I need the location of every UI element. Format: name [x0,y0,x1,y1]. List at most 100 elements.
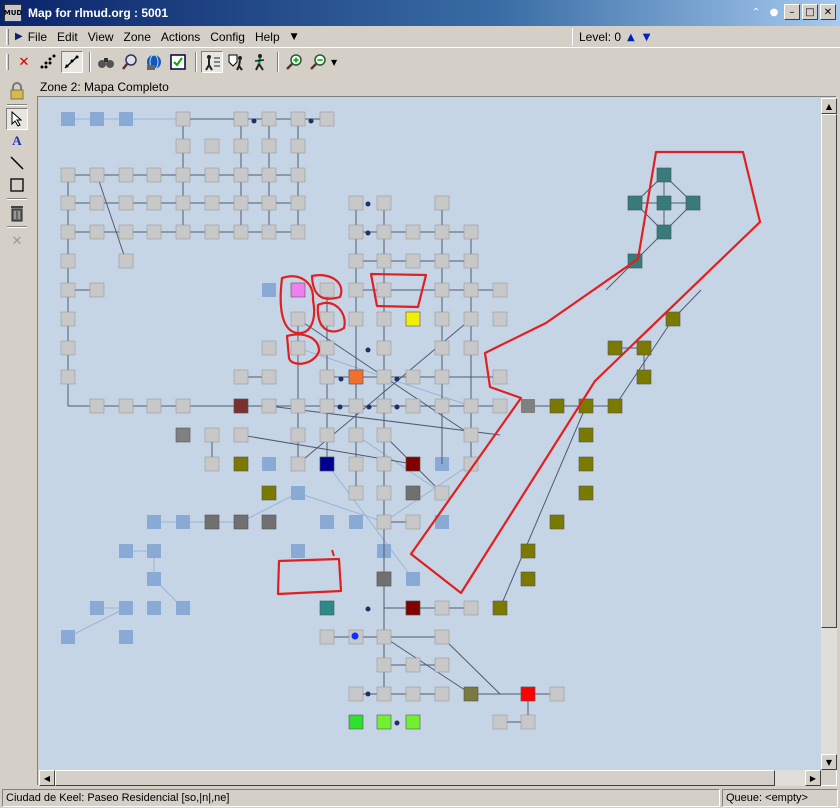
vertical-scroll-thumb[interactable] [821,114,837,628]
scroll-down-icon[interactable]: ▼ [821,754,837,770]
map-room [376,456,392,472]
map-room [290,398,306,414]
map-room-faded [119,630,133,644]
menu-file[interactable]: File [23,30,52,44]
menu-help[interactable]: Help [250,30,285,44]
map-room [463,600,479,616]
text-icon[interactable]: A [6,130,28,152]
map-room-special [520,686,536,702]
map-link-faded [297,347,385,378]
speedwalk-icon[interactable] [143,51,165,73]
app-icon: MUD [4,4,22,22]
map-room [89,398,105,414]
walker-icon[interactable] [249,51,271,73]
map-link [499,405,587,609]
zoom-out-icon[interactable] [307,51,329,73]
map-window: MUD Map for rlmud.org : 5001 ⌃ ● – □ ✕ ▶… [0,0,840,808]
map-door-dot [394,376,400,382]
map-room [463,340,479,356]
horizontal-scroll-thumb[interactable] [55,770,775,786]
map-room [434,398,450,414]
scroll-right-icon[interactable]: ▶ [805,770,821,786]
delete-icon[interactable]: ✕ [13,51,35,73]
menu-config[interactable]: Config [205,30,250,44]
map-room [434,485,450,501]
menu-actions[interactable]: Actions [156,30,205,44]
checkbox-icon[interactable] [167,51,189,73]
connect-icon[interactable] [37,51,59,73]
menu-view[interactable]: View [83,30,119,44]
map-link [441,636,501,695]
rectangle-icon[interactable] [6,174,28,196]
lock-icon[interactable] [6,80,28,102]
map-room [146,167,162,183]
map-room [405,686,421,702]
menu-bar: ▶ File Edit View Zone Actions Config Hel… [0,26,840,48]
play-icon[interactable]: ▶ [15,31,23,42]
map-room [233,111,249,127]
map-room [118,253,134,269]
map-room [204,138,220,154]
vertical-scrollbar[interactable]: ▲ ▼ [821,98,837,770]
toolbox-separator [7,198,27,200]
level-up-icon[interactable]: ▲ [625,32,637,43]
trash-icon[interactable] [6,202,28,224]
map-room [434,195,450,211]
map-room [89,195,105,211]
find-icon[interactable] [119,51,141,73]
map-room [290,456,306,472]
map-room-olive [578,427,594,443]
map-room [204,456,220,472]
level-down-icon[interactable]: ▼ [641,32,653,43]
minimize-button[interactable]: – [784,4,800,20]
walker-shield-icon[interactable] [225,51,247,73]
status-location: Ciudad de Keel: Paseo Residencial [so,|n… [2,789,720,807]
close-icon[interactable]: ✕ [6,230,28,252]
auto-connect-icon[interactable] [61,51,83,73]
map-room [290,311,306,327]
title-bar[interactable]: MUD Map for rlmud.org : 5001 ⌃ ● – □ ✕ [0,0,840,26]
scroll-left-icon[interactable]: ◀ [39,770,55,786]
rollup-icon[interactable]: ⌃ [748,4,764,20]
pin-icon[interactable]: ● [766,4,782,20]
map-room [319,111,335,127]
map-room [290,195,306,211]
zoom-dropdown-icon[interactable]: ▼ [331,58,337,67]
map-room [434,629,450,645]
zoom-in-icon[interactable] [283,51,305,73]
map-room [376,485,392,501]
close-button[interactable]: ✕ [820,4,836,20]
map-door-dot [365,201,371,207]
map-room-olive [665,311,681,327]
map-canvas[interactable] [39,98,821,770]
map-room [261,340,277,356]
map-room [319,369,335,385]
line-icon[interactable] [6,152,28,174]
scroll-up-icon[interactable]: ▲ [821,98,837,114]
binoculars-icon[interactable] [95,51,117,73]
map-player-marker [351,632,359,640]
map-svg[interactable] [39,98,821,770]
map-room [261,224,277,240]
map-room-olive [549,514,565,530]
map-room-special [405,600,421,616]
menu-zone[interactable]: Zone [119,30,156,44]
map-room-special [204,514,220,530]
map-room [549,686,565,702]
red-annotation-outline [409,150,762,595]
path-icon[interactable] [201,51,223,73]
maximize-button[interactable]: □ [802,4,818,20]
map-room-special [319,600,335,616]
menu-edit[interactable]: Edit [52,30,83,44]
map-room [376,686,392,702]
select-arrow-icon[interactable] [6,108,28,130]
map-room [261,369,277,385]
map-room [261,195,277,211]
map-room-special [376,714,392,730]
map-room [146,195,162,211]
menu-overflow-icon[interactable]: ▼ [285,32,304,42]
map-room-special [233,456,249,472]
map-room [60,167,76,183]
map-link [96,174,127,262]
horizontal-scrollbar[interactable]: ◀ ▶ [39,770,821,786]
